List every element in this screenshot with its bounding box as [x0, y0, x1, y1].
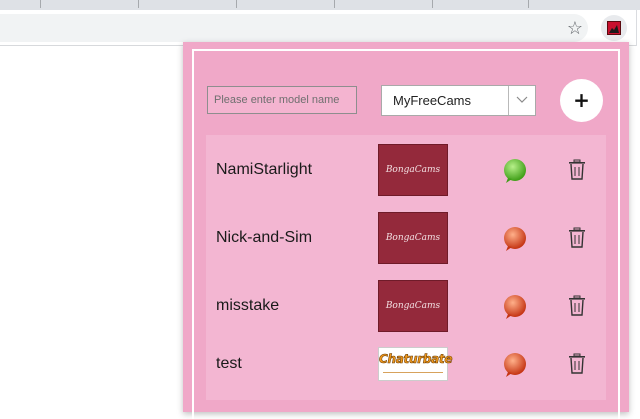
site-select-value: MyFreeCams — [393, 93, 472, 108]
toolbar-edge — [636, 10, 640, 46]
chevron-down-icon[interactable] — [508, 86, 535, 115]
model-row: Nick-and-Sim BongaCams — [206, 212, 606, 268]
add-model-button[interactable]: + — [560, 79, 603, 122]
trash-icon[interactable] — [568, 227, 586, 249]
star-icon[interactable]: ☆ — [564, 17, 586, 39]
tab-separator — [334, 0, 335, 8]
extension-icon — [607, 21, 621, 35]
tab-separator — [236, 0, 237, 8]
trash-icon[interactable] — [568, 159, 586, 181]
chaturbate-logo: Chaturbate — [378, 347, 453, 381]
bongacams-logo: BongaCams — [378, 144, 448, 196]
tab-separator — [40, 0, 41, 8]
status-offline-icon — [504, 353, 526, 377]
model-row: test Chaturbate — [206, 338, 606, 394]
model-name: NamiStarlight — [216, 161, 313, 178]
tab-separator — [528, 0, 529, 8]
site-logo-text: BongaCams — [385, 233, 441, 243]
tab-separator — [432, 0, 433, 8]
status-online-icon — [504, 159, 526, 183]
trash-icon[interactable] — [568, 295, 586, 317]
model-name: misstake — [216, 297, 280, 314]
extension-button[interactable] — [601, 15, 627, 41]
site-logo-text: Chaturbate — [379, 352, 453, 367]
model-row: NamiStarlight BongaCams — [206, 144, 606, 200]
status-offline-icon — [504, 295, 526, 319]
bongacams-logo: BongaCams — [378, 280, 448, 332]
model-row: misstake BongaCams — [206, 280, 606, 336]
tab-separator — [138, 0, 139, 8]
status-offline-icon — [504, 227, 526, 251]
site-select[interactable]: MyFreeCams — [381, 85, 536, 116]
tab-strip — [0, 0, 640, 10]
browser-toolbar: ☆ — [0, 10, 640, 46]
address-bar[interactable] — [0, 14, 588, 42]
site-logo-text: BongaCams — [385, 301, 441, 311]
bongacams-logo: BongaCams — [378, 212, 448, 264]
model-name: Nick-and-Sim — [216, 229, 313, 246]
model-name: test — [216, 355, 242, 372]
model-name-input[interactable] — [207, 86, 357, 114]
site-logo-text: BongaCams — [385, 165, 441, 175]
trash-icon[interactable] — [568, 353, 586, 375]
